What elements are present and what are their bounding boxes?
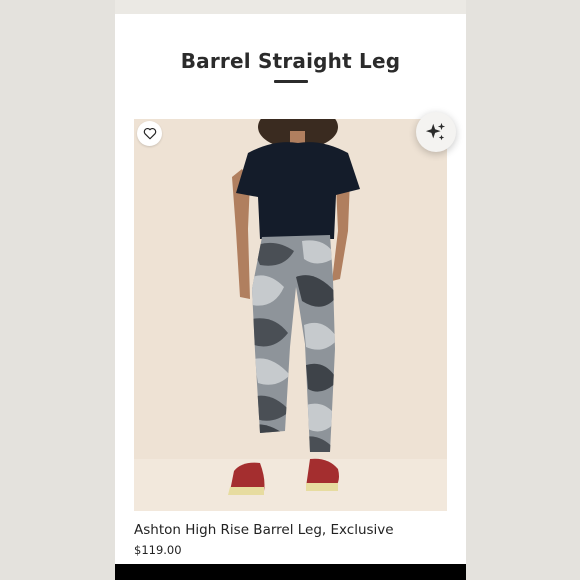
page-title: Barrel Straight Leg [180,49,401,73]
outer-background-left [0,0,115,580]
model-wearing-camo-pants-illustration [134,119,447,511]
heart-outline-icon [143,127,156,140]
title-underline [274,80,308,83]
product-price: $119.00 [134,543,182,557]
app-screen: Barrel Straight Leg Ashton High Rise Bar… [115,0,466,580]
sparkle-icon [425,122,446,141]
outer-background-right [466,0,580,580]
favorite-button[interactable] [137,121,162,146]
product-name[interactable]: Ashton High Rise Barrel Leg, Exclusive [134,522,394,538]
product-card[interactable] [134,119,447,511]
product-image[interactable] [134,119,447,511]
ai-assistant-button[interactable] [416,112,456,152]
bottom-bar [115,564,466,580]
top-strip [115,0,466,14]
